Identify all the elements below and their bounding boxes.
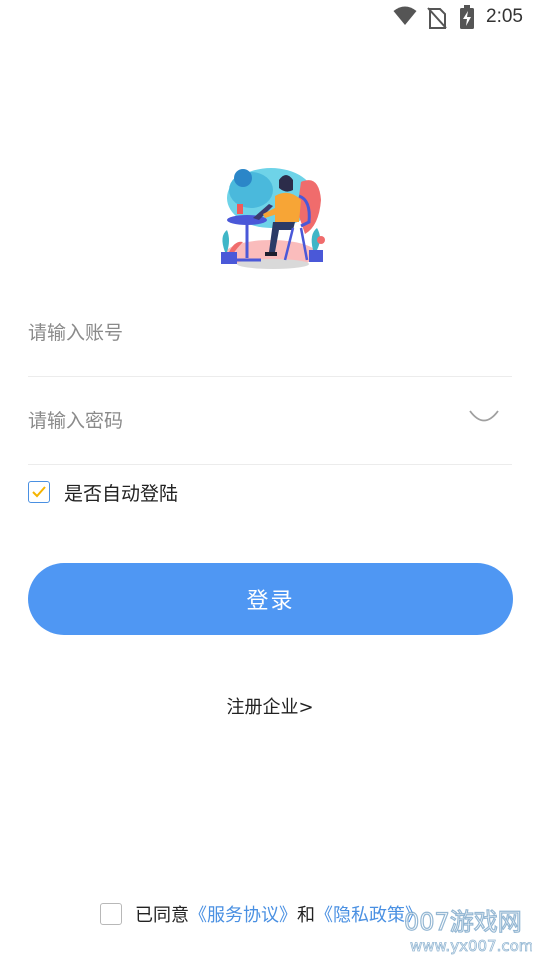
eye-closed-icon[interactable] [468,402,500,428]
password-field [28,378,512,465]
service-agreement-link[interactable]: 《服务协议》 [189,901,297,927]
agreement-conjunction: 和 [297,905,315,926]
app-illustration [221,168,325,269]
site-watermark: 007游戏网 www.yx007.com [400,902,533,958]
agreement-row: 已同意 《服务协议》 和 《隐私政策》 [100,902,423,926]
status-bar: 2:05 [0,0,540,36]
agreement-checkbox[interactable] [100,903,122,925]
svg-text:007游戏网: 007游戏网 [404,908,522,936]
account-field [28,290,512,377]
auto-login-checkbox[interactable] [28,481,50,503]
register-company-link[interactable]: 注册企业> [0,693,540,719]
wifi-icon [393,6,417,25]
clock-time: 2:05 [486,6,523,27]
account-input[interactable] [28,316,448,350]
checkmark-icon [32,486,46,498]
auto-login-label: 是否自动登陆 [64,482,179,505]
agreement-prefix: 已同意 [135,905,189,926]
login-button[interactable]: 登录 [28,563,513,635]
password-input[interactable] [28,404,448,438]
auto-login-row[interactable]: 是否自动登陆 [28,478,178,506]
svg-text:www.yx007.com: www.yx007.com [410,937,532,955]
no-sim-icon [427,7,447,29]
battery-charging-icon [460,5,474,29]
watermark-logo: 007游戏网 www.yx007.com [403,907,533,955]
